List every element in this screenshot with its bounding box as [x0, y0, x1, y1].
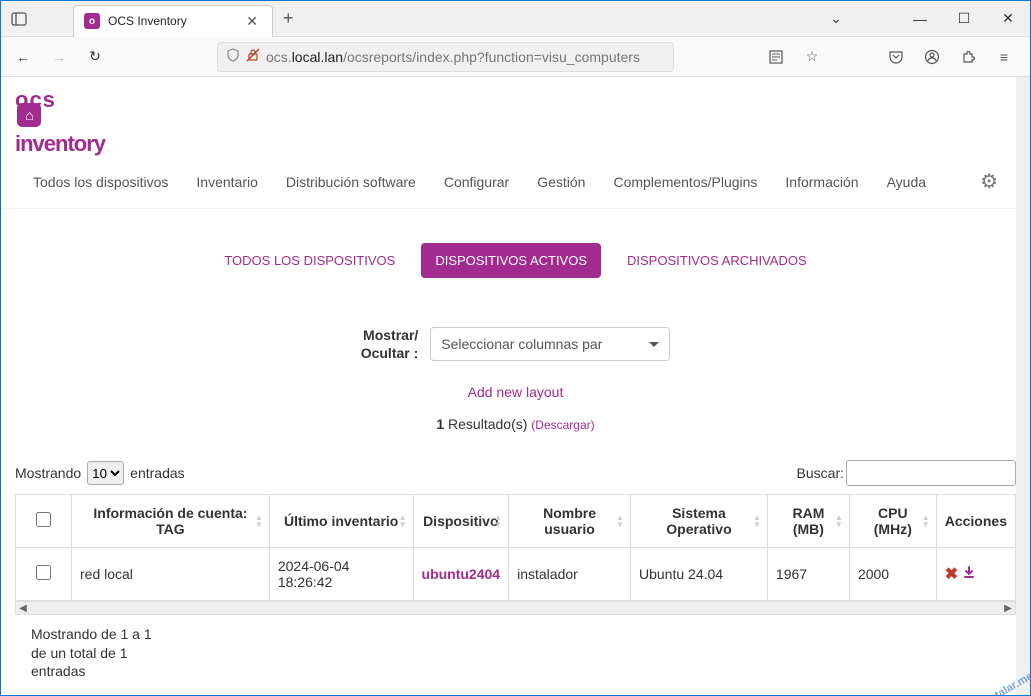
browser-tab[interactable]: o OCS Inventory ✕: [73, 5, 273, 37]
titlebar: o OCS Inventory ✕ + ⌄ — ☐ ✕: [1, 1, 1030, 37]
col-ram[interactable]: RAM (MB)▲▼: [767, 495, 849, 548]
url-text: ocs.local.lan/ocsreports/index.php?funct…: [266, 49, 640, 65]
select-all-checkbox[interactable]: [36, 512, 51, 527]
tab-close-icon[interactable]: ✕: [242, 13, 262, 30]
bookmark-icon[interactable]: ☆: [798, 43, 826, 71]
window-controls: ⌄ — ☐ ✕: [814, 1, 1030, 37]
sort-icon: ▲▼: [835, 514, 843, 528]
account-icon[interactable]: [918, 43, 946, 71]
lock-warning-icon[interactable]: [246, 48, 260, 65]
row-checkbox[interactable]: [36, 565, 51, 580]
search-label: Buscar:: [797, 465, 844, 481]
showing-label: Mostrando: [15, 465, 81, 481]
cell-cpu: 2000: [849, 548, 936, 601]
menu-icon[interactable]: ≡: [990, 43, 1018, 71]
nav-sw-dist[interactable]: Distribución software: [286, 174, 416, 190]
cell-tag: red local: [72, 548, 270, 601]
table-info: Mostrando de 1 a 1 de un total de 1 entr…: [1, 615, 201, 686]
nav-info[interactable]: Información: [785, 174, 858, 190]
per-page-select[interactable]: 10: [87, 461, 124, 485]
col-cpu[interactable]: CPU (MHz)▲▼: [849, 495, 936, 548]
url-input[interactable]: ocs.local.lan/ocsreports/index.php?funct…: [217, 42, 674, 72]
sort-icon: ▲▼: [399, 514, 407, 528]
sub-tabs: TODOS LOS DISPOSITIVOS DISPOSITIVOS ACTI…: [1, 209, 1030, 286]
sort-icon: ▲▼: [922, 514, 930, 528]
bulk-actions: Borrar Bloquear resultado Procesamiento …: [1, 686, 1030, 695]
reload-button[interactable]: ↻: [81, 43, 109, 71]
vertical-scrollbar[interactable]: [1016, 77, 1030, 695]
sort-icon: ▲▼: [616, 514, 624, 528]
show-hide-label: Mostrar/ Ocultar :: [361, 326, 419, 362]
tab-all-devices[interactable]: TODOS LOS DISPOSITIVOS: [210, 243, 409, 278]
browser-window: o OCS Inventory ✕ + ⌄ — ☐ ✕ ← → ↻ ocs.lo…: [0, 0, 1031, 696]
col-last-inventory[interactable]: Último inventario▲▼: [269, 495, 413, 548]
cell-os: Ubuntu 24.04: [631, 548, 768, 601]
sort-icon: ▲▼: [255, 514, 263, 528]
pocket-icon[interactable]: [882, 43, 910, 71]
sort-icon: ▲▼: [753, 514, 761, 528]
scroll-left-icon[interactable]: ◀: [16, 603, 30, 614]
horizontal-scrollbar[interactable]: ◀ ▶: [15, 601, 1016, 615]
reader-icon[interactable]: [762, 43, 790, 71]
tab-title: OCS Inventory: [108, 14, 242, 28]
main-nav: Todos los dispositivos Inventario Distri…: [1, 161, 1030, 209]
scroll-right-icon[interactable]: ▶: [1001, 603, 1015, 614]
logo-badge-icon: ⌂: [17, 103, 41, 127]
nav-help[interactable]: Ayuda: [887, 174, 926, 190]
tab-archived-devices[interactable]: DISPOSITIVOS ARCHIVADOS: [613, 243, 821, 278]
col-os[interactable]: Sistema Operativo▲▼: [631, 495, 768, 548]
gear-icon[interactable]: ⚙: [980, 169, 998, 194]
close-window-button[interactable]: ✕: [986, 1, 1030, 37]
nav-configure[interactable]: Configurar: [444, 174, 509, 190]
cell-device-link[interactable]: ubuntu2404: [413, 548, 509, 601]
address-bar: ← → ↻ ocs.local.lan/ocsreports/index.php…: [1, 37, 1030, 77]
extensions-icon[interactable]: [954, 43, 982, 71]
toolbar-right: ☆ ≡: [762, 43, 1018, 71]
column-controls: Mostrar/ Ocultar : Seleccionar columnas …: [1, 286, 1030, 370]
forward-button: →: [45, 43, 73, 71]
cell-last: 2024-06-04 18:26:42: [269, 548, 413, 601]
entries-label: entradas: [130, 465, 184, 481]
favicon-icon: o: [84, 13, 100, 29]
result-count: 1 Resultado(s) (Descargar): [1, 402, 1030, 438]
cell-ram: 1967: [767, 548, 849, 601]
col-user[interactable]: Nombre usuario▲▼: [509, 495, 631, 548]
cell-user: instalador: [509, 548, 631, 601]
new-tab-button[interactable]: +: [273, 8, 304, 29]
table-controls: Mostrando 10 entradas Buscar:: [1, 438, 1030, 494]
back-button[interactable]: ←: [9, 43, 37, 71]
table-row: red local 2024-06-04 18:26:42 ubuntu2404…: [16, 548, 1016, 601]
shield-icon[interactable]: [226, 48, 240, 65]
chevron-down-icon[interactable]: ⌄: [814, 1, 858, 37]
delete-row-icon[interactable]: ✖: [945, 566, 958, 583]
add-layout-link[interactable]: Add new layout: [468, 384, 564, 400]
column-select[interactable]: Seleccionar columnas par: [430, 327, 670, 361]
col-actions: Acciones: [936, 495, 1015, 548]
col-device[interactable]: Dispositivo▲▼: [413, 495, 509, 548]
download-link[interactable]: (Descargar): [531, 418, 594, 432]
download-row-icon[interactable]: [962, 566, 976, 583]
devices-table: Información de cuenta: TAG▲▼ Último inve…: [15, 494, 1016, 601]
maximize-button[interactable]: ☐: [942, 1, 986, 37]
tab-active-devices[interactable]: DISPOSITIVOS ACTIVOS: [421, 243, 601, 278]
col-tag[interactable]: Información de cuenta: TAG▲▼: [72, 495, 270, 548]
nav-inventory[interactable]: Inventario: [196, 174, 257, 190]
nav-manage[interactable]: Gestión: [537, 174, 585, 190]
sort-icon: ▲▼: [494, 514, 502, 528]
nav-all-devices[interactable]: Todos los dispositivos: [33, 174, 168, 190]
search-input[interactable]: [846, 460, 1016, 486]
page-content: ocs⌂ inventory Todos los dispositivos In…: [1, 77, 1030, 695]
logo: ocs⌂ inventory: [1, 77, 1030, 161]
minimize-button[interactable]: —: [898, 1, 942, 37]
sidebar-toggle-icon[interactable]: [1, 11, 37, 27]
nav-plugins[interactable]: Complementos/Plugins: [613, 174, 757, 190]
